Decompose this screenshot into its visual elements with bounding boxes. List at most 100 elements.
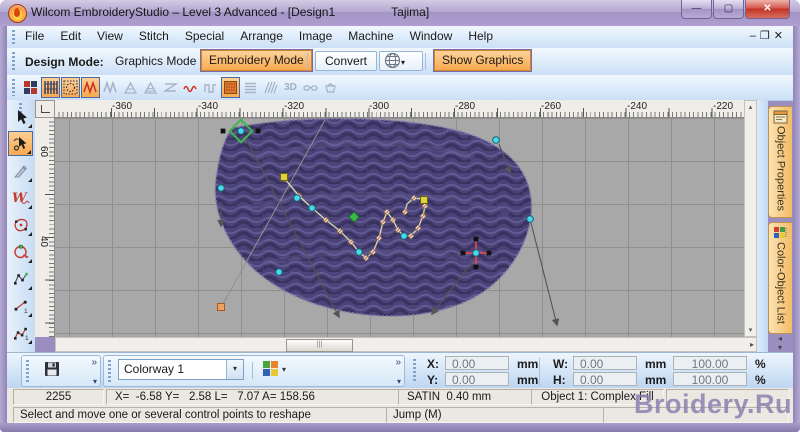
toolbar-grip[interactable] [12, 30, 15, 44]
contour-lines-icon[interactable] [241, 77, 260, 98]
mdi-restore-icon[interactable]: ❐ [760, 30, 774, 42]
tab-scroll-left-icon[interactable]: ◂ [778, 334, 782, 343]
panel-splitter[interactable] [757, 100, 768, 352]
selection-handle[interactable] [255, 128, 261, 134]
menu-file[interactable]: File [17, 26, 52, 48]
closed-object-tool[interactable] [8, 239, 33, 264]
colorway-select[interactable]: Colorway 1 ▾ [118, 359, 244, 380]
open-shape-tool[interactable] [8, 266, 33, 291]
control-point[interactable] [217, 184, 225, 192]
toolbar-overflow-icon[interactable]: » [395, 357, 401, 368]
menu-window[interactable]: Window [402, 26, 461, 48]
horizontal-scrollbar[interactable]: ||| ▸ [55, 337, 757, 352]
mdi-minimize-icon[interactable]: – [750, 30, 760, 42]
control-point[interactable] [275, 268, 283, 276]
zigzag-fill-icon[interactable] [81, 77, 100, 98]
tab-color-object-list[interactable]: Color-Object List [768, 222, 792, 334]
selection-handle[interactable] [220, 128, 226, 134]
control-point[interactable] [472, 249, 480, 257]
pattern-fill-icon[interactable] [21, 77, 40, 98]
toolbar-grip[interactable] [12, 52, 15, 71]
x-label: X: [427, 357, 439, 371]
control-point[interactable] [400, 232, 408, 240]
3d-effect-icon[interactable]: 3D [281, 77, 300, 98]
menu-help[interactable]: Help [460, 26, 501, 48]
vertical-scrollbar[interactable]: ▴ ▾ [744, 100, 757, 337]
menu-edit[interactable]: Edit [52, 26, 89, 48]
scroll-right-icon[interactable]: ▸ [750, 340, 754, 349]
control-point[interactable] [237, 127, 245, 135]
maximize-button[interactable]: ▢ [713, 0, 744, 19]
minimize-button[interactable]: — [681, 0, 712, 19]
h-input[interactable]: 0.00 [573, 372, 637, 387]
control-point[interactable] [526, 215, 534, 223]
tabstrip-scroll-arrows[interactable]: ◂ ▾ [772, 334, 788, 352]
horizontal-ruler[interactable]: -360 -340 -320 -300 -280 -260 -240 -220 [55, 100, 744, 118]
close-button[interactable]: ✕ [745, 0, 790, 19]
embroidery-mode-button[interactable]: Embroidery Mode [200, 49, 313, 72]
tatami-fill-icon[interactable] [41, 77, 60, 98]
toolbar-more-icon[interactable]: ▾ [93, 377, 97, 386]
step-fill-icon[interactable] [121, 77, 140, 98]
hoop-globe-button[interactable]: ▾ [379, 51, 423, 71]
save-design-button[interactable] [44, 361, 60, 377]
graphics-mode-button[interactable]: Graphics Mode [107, 51, 204, 71]
menu-image[interactable]: Image [291, 26, 340, 48]
texture-fill-icon[interactable] [221, 77, 240, 98]
cross-hatch-icon[interactable] [261, 77, 280, 98]
scroll-down-icon[interactable]: ▾ [745, 326, 756, 334]
vertical-ruler[interactable]: 60 40 [35, 118, 55, 337]
stitch-glasses-icon[interactable] [301, 77, 320, 98]
square-wave-icon[interactable] [201, 77, 220, 98]
tab-scroll-down-icon[interactable]: ▾ [778, 343, 782, 352]
toolbar-grip[interactable] [26, 360, 29, 382]
menu-stitch[interactable]: Stitch [131, 26, 177, 48]
menu-view[interactable]: View [89, 26, 131, 48]
design-canvas[interactable] [55, 118, 744, 337]
menu-special[interactable]: Special [177, 26, 232, 48]
mdi-close-icon[interactable]: ✕ [774, 30, 787, 42]
convert-button[interactable]: Convert [315, 51, 378, 71]
toolbar-grip[interactable] [12, 79, 15, 96]
satin-raised-icon[interactable] [161, 77, 180, 98]
control-point[interactable] [355, 248, 363, 256]
trapunto-icon[interactable] [321, 77, 340, 98]
w-input[interactable]: 0.00 [573, 356, 637, 371]
x-input[interactable]: 0.00 [445, 356, 509, 371]
control-point[interactable] [293, 194, 301, 202]
scroll-up-icon[interactable]: ▴ [745, 103, 756, 111]
angle-node-orange[interactable] [217, 303, 225, 311]
menu-machine[interactable]: Machine [340, 26, 401, 48]
control-point[interactable] [308, 204, 316, 212]
wave-fill-icon[interactable] [181, 77, 200, 98]
program-split-icon[interactable] [61, 77, 80, 98]
design-object-complex-fill[interactable] [214, 118, 533, 317]
scrollbar-thumb[interactable]: ||| [286, 339, 353, 352]
zigzag-outline-icon[interactable] [101, 77, 120, 98]
scale-h-input[interactable]: 100.00 [673, 372, 747, 387]
step-pattern-icon[interactable] [141, 77, 160, 98]
curve-point-yellow[interactable] [280, 173, 288, 181]
control-point[interactable] [492, 136, 500, 144]
toolbar-overflow-icon[interactable]: » [91, 357, 97, 368]
tab-object-properties[interactable]: Object Properties [768, 106, 792, 218]
curve-point-yellow[interactable] [420, 196, 428, 204]
menu-arrange[interactable]: Arrange [232, 26, 291, 48]
combo-dropdown-icon[interactable]: ▾ [226, 360, 243, 379]
title-bar[interactable]: Wilcom EmbroideryStudio – Level 3 Advanc… [0, 0, 800, 26]
ruler-corner-box[interactable] [35, 100, 55, 118]
toolbar-more-icon[interactable]: ▾ [397, 377, 401, 386]
show-graphics-button[interactable]: Show Graphics [432, 49, 533, 72]
digitize-run-tool[interactable]: 1 [8, 320, 33, 345]
lettering-tool[interactable]: W [8, 185, 33, 210]
two-point-line-tool[interactable]: 1 [8, 293, 33, 318]
reshape-object-tool[interactable] [8, 131, 33, 156]
select-object-tool[interactable] [8, 104, 33, 129]
scale-w-input[interactable]: 100.00 [673, 356, 747, 371]
toolbar-grip[interactable] [108, 360, 111, 382]
colorway-palette-button[interactable] [262, 360, 279, 377]
reshape-outline-tool[interactable] [8, 212, 33, 237]
measure-tool[interactable] [8, 158, 33, 183]
y-input[interactable]: 0.00 [445, 372, 509, 387]
palette-caret-icon[interactable]: ▾ [282, 365, 286, 374]
